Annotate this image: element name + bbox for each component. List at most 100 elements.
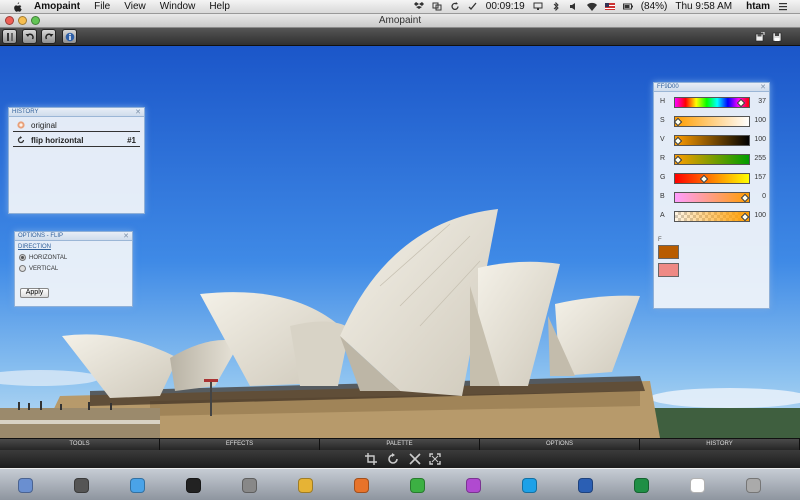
firefox-icon[interactable] [354,478,369,493]
flag-icon[interactable] [604,2,615,11]
close-icon[interactable]: ✕ [123,232,129,241]
close-icon[interactable]: ✕ [760,83,766,92]
flip-icon[interactable] [408,452,422,466]
skype-icon[interactable] [522,478,537,493]
menu-view[interactable]: View [124,1,146,12]
tab-options[interactable]: OPTIONS [480,439,640,450]
slider-thumb[interactable] [740,212,749,222]
apply-button[interactable]: Apply [20,288,49,298]
history-item-flip-horizontal[interactable]: flip horizontal #1 [13,134,140,147]
slider-hue[interactable]: H 37 [654,96,771,109]
wifi-icon[interactable] [586,2,597,11]
history-panel-title: HISTORY ✕ [9,108,144,117]
window-title-bar: Amopaint [0,14,800,28]
slider-value: 100 [754,117,766,124]
saturation-slider-track[interactable] [673,116,750,127]
display-icon[interactable] [533,2,543,11]
red-slider-track[interactable] [673,154,750,165]
tab-palette[interactable]: PALETTE [320,439,480,450]
green-slider-track[interactable] [674,173,750,184]
info-icon[interactable] [62,29,77,44]
menu-app-name[interactable]: Amopaint [34,1,80,12]
timer-icon[interactable] [468,2,478,11]
slider-thumb[interactable] [740,193,749,203]
slider-thumb[interactable] [673,117,683,127]
itunes-icon[interactable] [466,478,481,493]
slider-thumb[interactable] [673,155,683,165]
refresh-icon[interactable] [450,2,460,11]
window-title: Amopaint [378,15,422,26]
chrome-icon[interactable] [298,478,313,493]
vertical-radio[interactable] [19,265,26,272]
crop-icon[interactable] [364,452,378,466]
slider-blue[interactable]: B 0 [654,191,771,204]
menu-help[interactable]: Help [209,1,230,12]
safari-icon[interactable] [130,478,145,493]
minimize-window-button[interactable] [18,16,27,25]
color-panel: FF9D00 ✕ H 37 S 100 V 100 R 255 G 157 B … [653,82,770,309]
slider-alpha[interactable]: A 100 [654,210,771,223]
finder-icon[interactable] [18,478,33,493]
slider-label: G [660,174,666,181]
layers-icon[interactable] [2,29,17,44]
list-icon[interactable] [778,2,788,11]
slider-saturation[interactable]: S 100 [654,115,771,128]
options-panel-title: OPTIONS - FLIP ✕ [15,232,132,241]
excel-icon[interactable] [634,478,649,493]
slider-thumb[interactable] [699,174,709,184]
undo-icon[interactable] [22,29,37,44]
slider-value-brightness[interactable]: V 100 [654,134,771,147]
volume-icon[interactable] [569,2,579,11]
export-icon[interactable] [769,29,784,44]
launchpad-icon[interactable] [74,478,89,493]
sync-icon[interactable] [432,2,442,11]
user-name[interactable]: htam [746,1,770,12]
apple-icon[interactable] [10,1,24,12]
menu-window[interactable]: Window [160,1,196,12]
timer-readout[interactable]: 00:09:19 [486,1,525,12]
bluetooth-icon[interactable] [551,2,561,11]
battery-icon[interactable] [622,2,633,11]
history-item-label: original [31,120,57,130]
alpha-slider-track[interactable] [674,211,750,222]
blue-slider-track[interactable] [674,192,750,203]
slider-thumb[interactable] [673,136,683,146]
slider-green[interactable]: G 157 [654,172,771,185]
slider-label: B [660,193,665,200]
direction-vertical-option[interactable]: VERTICAL [19,265,132,272]
dropbox-icon[interactable] [413,2,424,11]
tab-tools[interactable]: TOOLS [0,439,160,450]
save-icon[interactable] [752,29,767,44]
close-icon[interactable]: ✕ [135,108,141,117]
hue-slider-track[interactable] [674,97,750,108]
calendar-icon[interactable] [690,478,705,493]
vertical-label: VERTICAL [29,265,59,272]
background-color-swatch[interactable] [658,263,679,277]
resize-icon[interactable] [428,452,442,466]
battery-percent[interactable]: (84%) [641,1,668,12]
word-icon[interactable] [578,478,593,493]
app-icon[interactable] [410,478,425,493]
slider-red[interactable]: R 255 [654,153,771,166]
history-item-original[interactable]: original [13,119,140,132]
brightness-slider-track[interactable] [673,135,750,146]
close-window-button[interactable] [5,16,14,25]
terminal-icon[interactable] [186,478,201,493]
foreground-color-swatch[interactable] [658,245,679,259]
slider-label: R [660,155,666,162]
clock[interactable]: Thu 9:58 AM [675,1,732,12]
menu-file[interactable]: File [94,1,110,12]
dock [0,468,800,500]
trash-icon[interactable] [746,478,761,493]
bottom-tab-bar: TOOLS EFFECTS PALETTE OPTIONS HISTORY [0,438,800,450]
rotate-icon[interactable] [386,452,400,466]
tab-history[interactable]: HISTORY [640,439,800,450]
tab-effects[interactable]: EFFECTS [160,439,320,450]
slider-value: 157 [754,174,766,181]
direction-horizontal-option[interactable]: HORIZONTAL [19,254,132,261]
horizontal-radio[interactable] [19,254,26,261]
system-preferences-icon[interactable] [242,478,257,493]
maximize-window-button[interactable] [31,16,40,25]
slider-thumb[interactable] [736,98,746,108]
redo-icon[interactable] [41,29,56,44]
